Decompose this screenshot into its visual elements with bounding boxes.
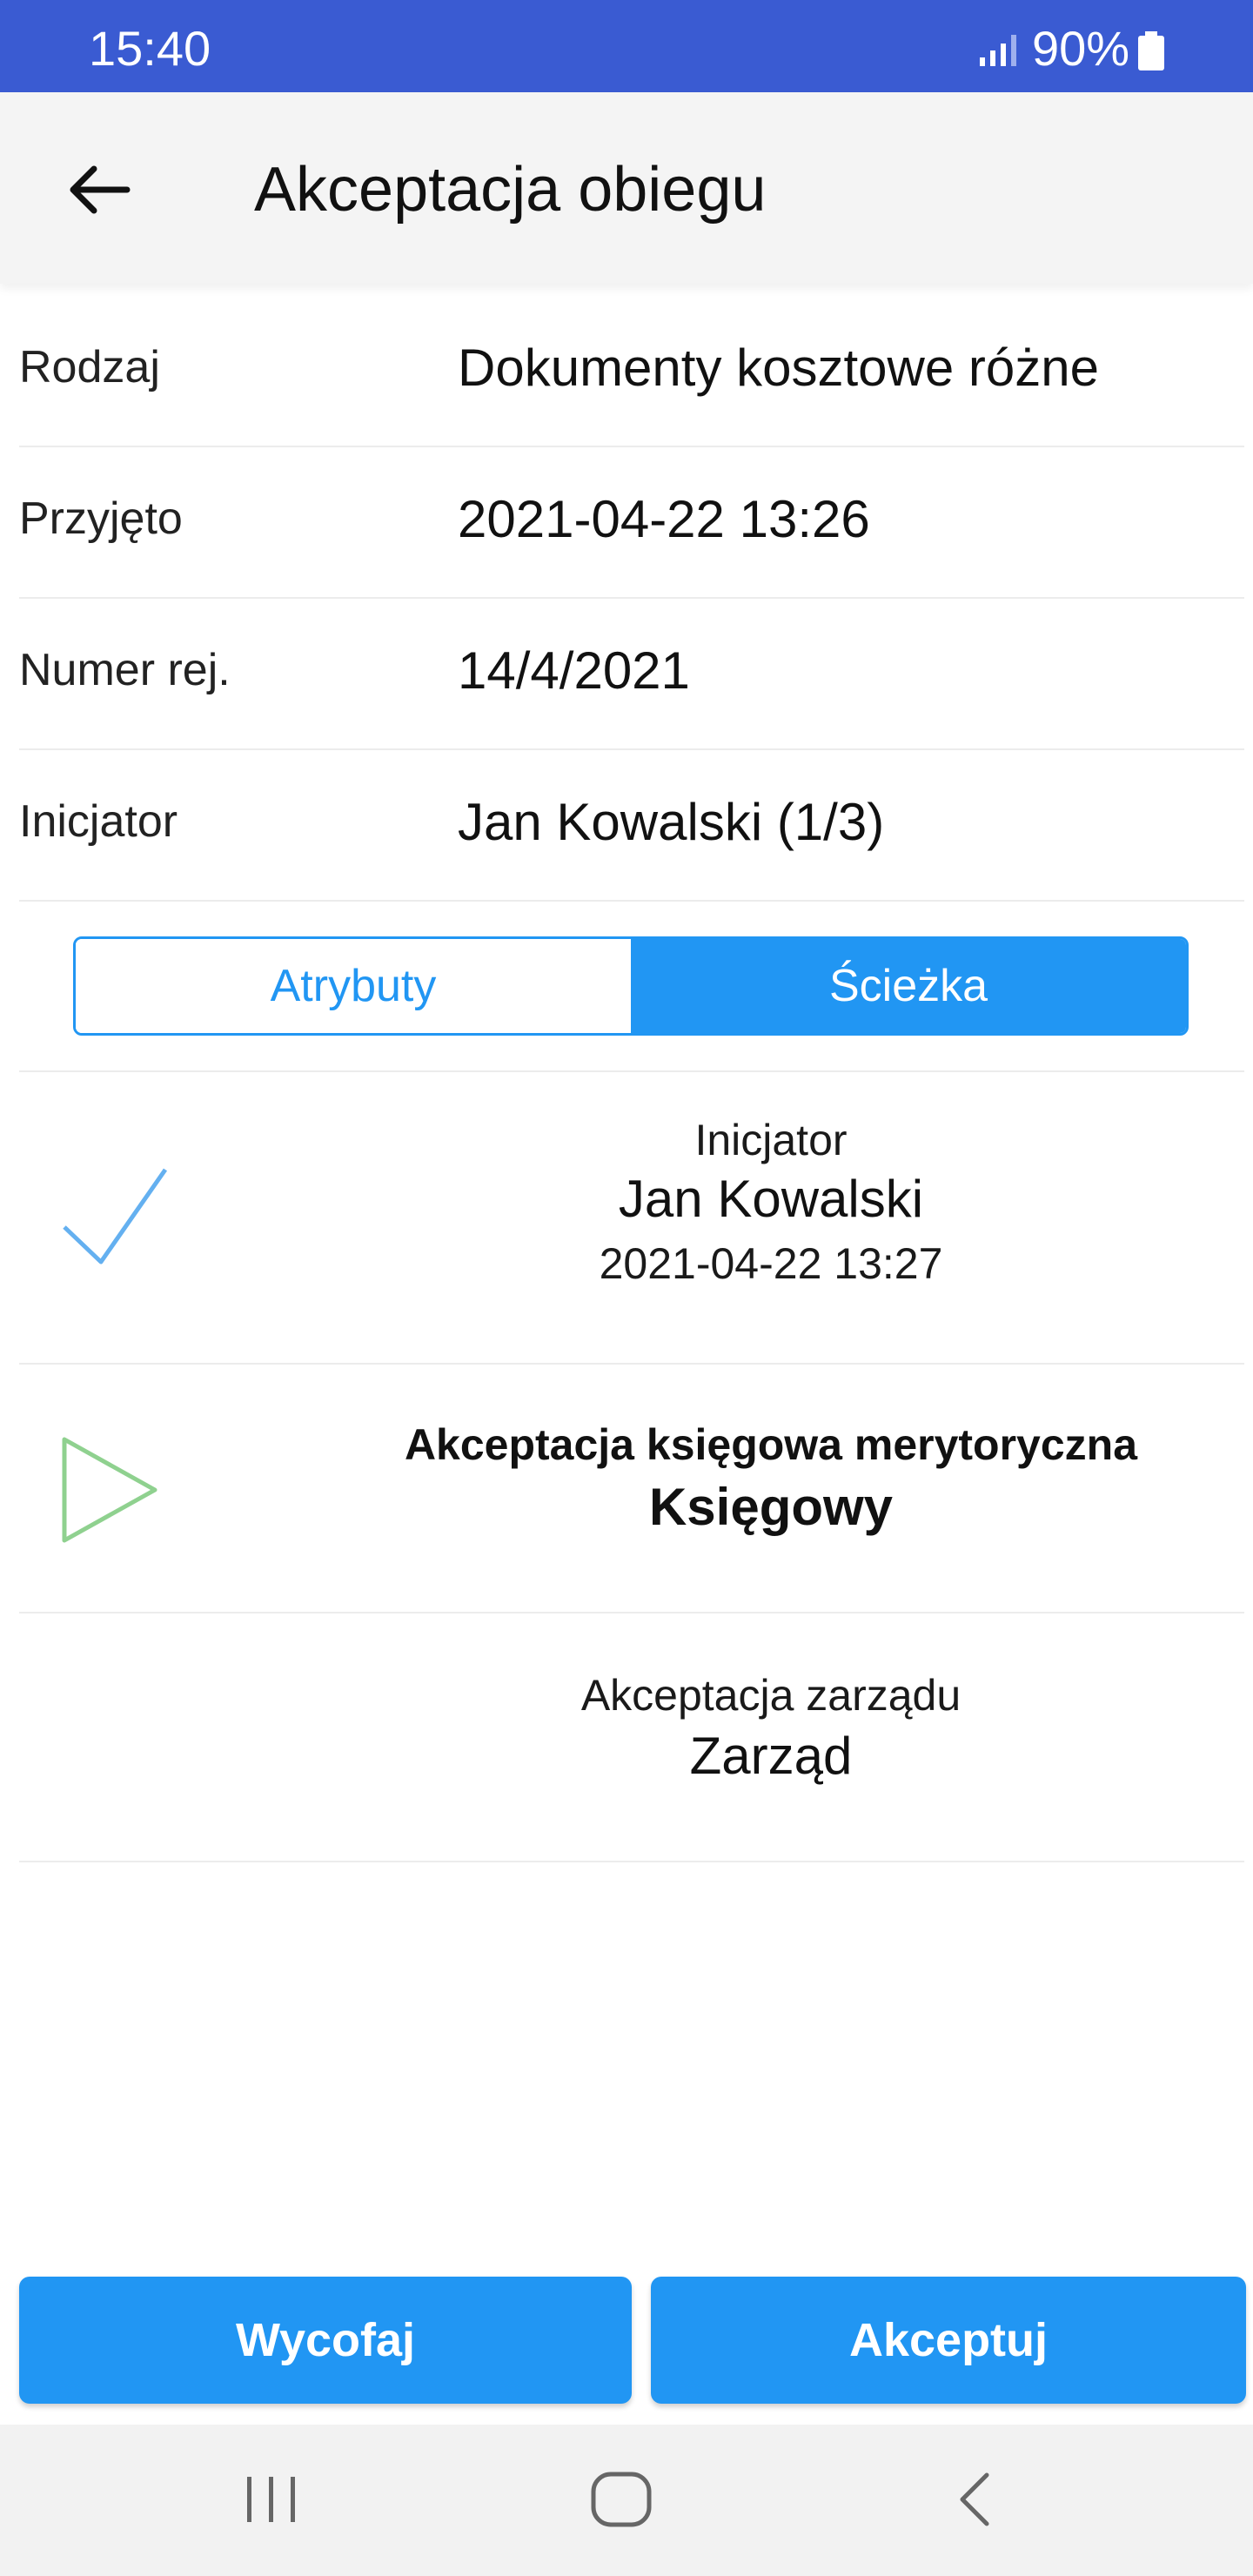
tab-attributes[interactable]: Atrybuty	[76, 939, 631, 1033]
detail-row-type: Rodzaj Dokumenty kosztowe różne	[19, 296, 1244, 447]
step-person: Księgowy	[648, 1478, 894, 1536]
document-details: Rodzaj Dokumenty kosztowe różne Przyjęto…	[19, 296, 1244, 902]
path-step-initiator: Inicjator Jan Kowalski 2021-04-22 13:27	[19, 1070, 1244, 1363]
accept-button[interactable]: Akceptuj	[651, 2277, 1246, 2404]
step-date: 2021-04-22 13:27	[599, 1239, 943, 1288]
detail-label: Rodzaj	[19, 342, 160, 392]
path-step-texts: Akceptacja zarządu Zarząd	[298, 1669, 1244, 1791]
system-nav-bar	[0, 2425, 1253, 2576]
path-step-texts: Akceptacja księgowa merytoryczna Księgow…	[298, 1419, 1244, 1544]
app-bar: Akceptacja obiegu	[0, 92, 1253, 284]
detail-label: Numer rej.	[19, 645, 231, 695]
detail-row-initiator: Inicjator Jan Kowalski (1/3)	[19, 750, 1244, 902]
battery-icon	[1136, 31, 1166, 76]
approval-path-list: Inicjator Jan Kowalski 2021-04-22 13:27 …	[19, 1070, 1244, 1862]
status-bar: 15:40 90%	[0, 0, 1253, 92]
home-icon[interactable]	[578, 2456, 665, 2543]
step-title: Inicjator	[694, 1116, 848, 1164]
detail-value: Jan Kowalski (1/3)	[458, 793, 885, 851]
arrow-left-icon[interactable]	[64, 155, 134, 225]
detail-row-received: Przyjęto 2021-04-22 13:26	[19, 447, 1244, 599]
page-title: Akceptacja obiegu	[254, 155, 767, 225]
checkmark-icon	[59, 1164, 172, 1273]
step-person: Jan Kowalski	[618, 1170, 924, 1228]
detail-value: 14/4/2021	[458, 641, 690, 700]
status-time: 15:40	[89, 21, 211, 76]
path-step-accounting: Akceptacja księgowa merytoryczna Księgow…	[19, 1363, 1244, 1612]
detail-label: Przyjęto	[19, 493, 183, 544]
battery-percent: 90%	[1032, 21, 1130, 76]
tab-path[interactable]: Ścieżka	[631, 939, 1186, 1033]
path-step-board: Akceptacja zarządu Zarząd	[19, 1612, 1244, 1862]
step-title: Akceptacja zarządu	[580, 1671, 962, 1720]
step-person: Zarząd	[689, 1727, 853, 1785]
step-title: Akceptacja księgowa merytoryczna	[404, 1420, 1138, 1469]
detail-row-reg-number: Numer rej. 14/4/2021	[19, 599, 1244, 750]
detail-value: Dokumenty kosztowe różne	[458, 339, 1099, 397]
detail-value: 2021-04-22 13:26	[458, 490, 870, 548]
path-step-texts: Inicjator Jan Kowalski 2021-04-22 13:27	[298, 1114, 1244, 1295]
tab-switcher: Atrybuty Ścieżka	[73, 936, 1189, 1036]
withdraw-button[interactable]: Wycofaj	[19, 2277, 632, 2404]
signal-bars-icon	[978, 33, 1020, 72]
play-triangle-icon	[59, 1434, 164, 1552]
recents-icon[interactable]	[228, 2456, 315, 2543]
detail-label: Inicjator	[19, 796, 178, 847]
nav-back-icon[interactable]	[931, 2456, 1018, 2543]
